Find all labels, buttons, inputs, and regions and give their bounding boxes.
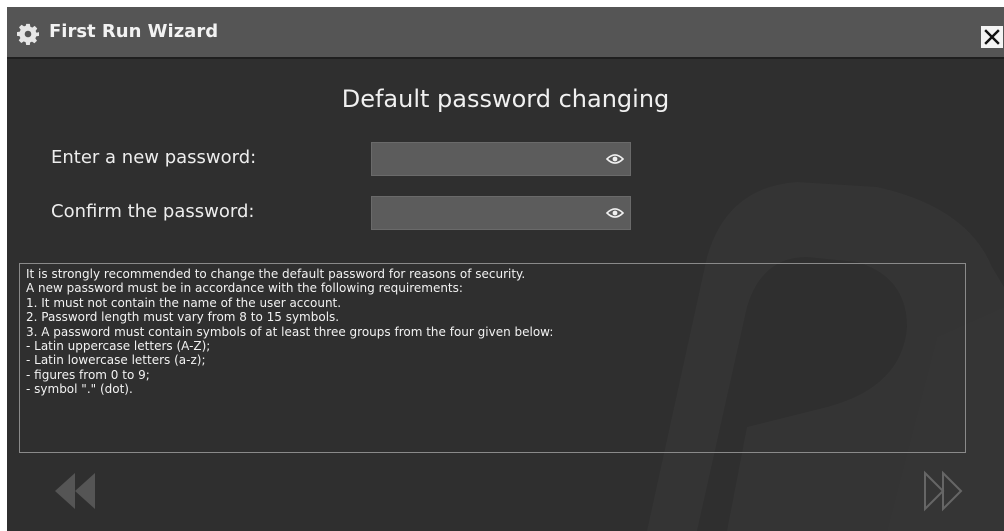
wizard-window: First Run Wizard Default password changi… [7,7,1004,531]
double-chevron-left-icon[interactable] [51,469,99,513]
info-line: - figures from 0 to 9; [26,367,150,382]
info-line: It is strongly recommended to change the… [26,267,526,281]
title-bar[interactable]: First Run Wizard [7,7,1004,59]
confirm-password-label: Confirm the password: [51,201,255,222]
info-line: 1. It must not contain the name of the u… [26,295,342,310]
gear-icon [17,23,39,45]
eye-icon[interactable] [606,206,624,220]
info-line: - Latin lowercase letters (a-z); [26,353,206,368]
page-heading: Default password changing [341,85,670,113]
new-password-field[interactable] [371,142,631,176]
info-line: - symbol "." (dot). [26,382,133,397]
close-button[interactable] [980,25,1004,49]
new-password-label: Enter a new password: [51,147,257,168]
close-icon [984,29,1000,45]
eye-icon[interactable] [606,152,624,166]
password-requirements-box: It is strongly recommended to change the… [19,263,966,453]
info-line: - Latin uppercase letters (A-Z); [26,339,211,354]
confirm-password-input[interactable] [372,197,594,229]
window-title: First Run Wizard [49,21,219,42]
info-line: 2. Password length must vary from 8 to 1… [26,310,340,325]
info-line: A new password must be in accordance wit… [26,281,463,296]
info-line: 3. A password must contain symbols of at… [26,324,554,339]
double-chevron-right-icon[interactable] [919,469,967,513]
new-password-input[interactable] [372,143,594,175]
confirm-password-field[interactable] [371,196,631,230]
